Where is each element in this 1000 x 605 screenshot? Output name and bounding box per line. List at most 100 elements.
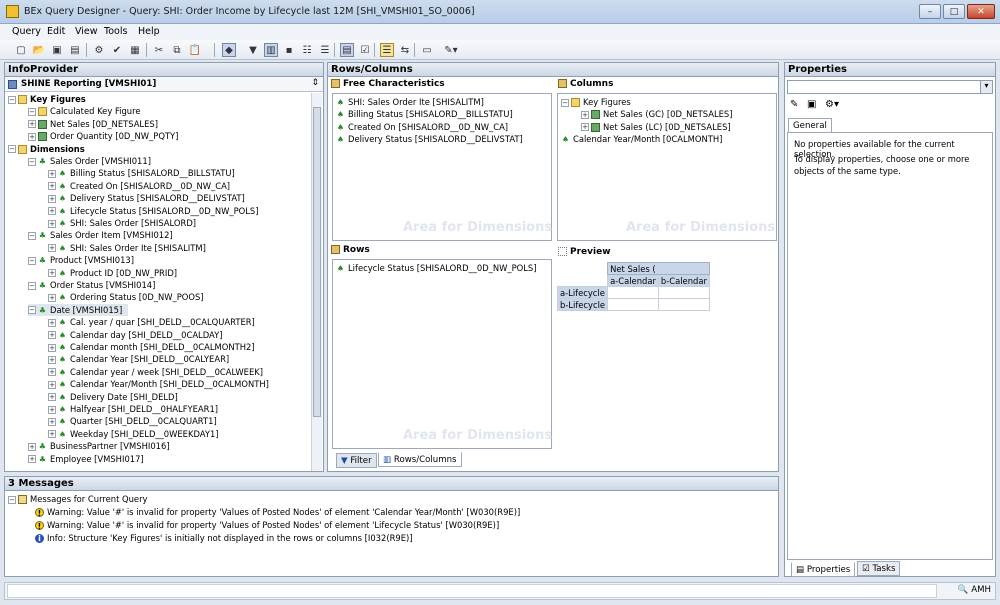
filter-icon[interactable]: ▼: [246, 43, 260, 57]
tree-item[interactable]: − Key Figures: [561, 96, 631, 108]
tree-item[interactable]: − ♣ Date [VMSHI015]: [28, 303, 129, 316]
tree-item[interactable]: + ♠ Cal. year / quar [SHI_DELD__0CALQUARTE…: [48, 316, 255, 328]
collapse-icon[interactable]: −: [28, 231, 36, 240]
rows-columns-icon[interactable]: ▥: [264, 43, 278, 57]
new-icon[interactable]: ▢: [14, 43, 28, 57]
open-icon[interactable]: 📂: [32, 43, 46, 57]
tab-tasks[interactable]: ☑ Tasks: [857, 561, 901, 576]
expand-icon[interactable]: +: [28, 132, 36, 141]
expand-icon[interactable]: +: [28, 442, 36, 451]
expand-icon[interactable]: +: [48, 244, 56, 253]
expand-icon[interactable]: +: [48, 182, 56, 191]
tree-item[interactable]: − ♣ Product [VMSHI013]: [28, 254, 134, 266]
tree-item[interactable]: + ♠ Quarter [SHI_DELD__0CALQUART1]: [48, 415, 217, 427]
collapse-icon[interactable]: −: [28, 281, 36, 290]
tree-item[interactable]: + Net Sales (GC) [0D_NETSALES]: [581, 108, 733, 120]
tree-item[interactable]: + ♠ Product ID [0D_NW_PRID]: [48, 267, 177, 279]
save-icon[interactable]: ▣: [50, 43, 64, 57]
save-icon[interactable]: ▣: [807, 99, 816, 110]
tree-item[interactable]: − Key Figures: [8, 93, 86, 105]
tab-general[interactable]: General: [788, 118, 832, 133]
tree-item[interactable]: − Calculated Key Figure: [28, 105, 141, 117]
tree-item[interactable]: ♠ Created On [SHISALORD__0D_NW_CA]: [336, 121, 508, 133]
expand-icon[interactable]: +: [48, 169, 56, 178]
collapse-icon[interactable]: −: [8, 95, 16, 104]
exceptions-icon[interactable]: ☰: [318, 43, 332, 57]
menu-view[interactable]: View: [75, 26, 98, 37]
expand-icon[interactable]: +: [48, 393, 56, 402]
execute-icon[interactable]: ⚙: [92, 43, 106, 57]
tree-item[interactable]: + Order Quantity [0D_NW_PQTY]: [28, 130, 178, 142]
tree-item[interactable]: + Net Sales [0D_NETSALES]: [28, 118, 158, 130]
expand-icon[interactable]: +: [28, 120, 36, 129]
copy-icon[interactable]: ⧉: [170, 43, 184, 57]
expand-icon[interactable]: +: [48, 355, 56, 364]
tree-item[interactable]: + ♣ Employee [VMSHI017]: [28, 453, 144, 465]
cells-icon[interactable]: ▪: [282, 43, 296, 57]
cut-icon[interactable]: ✂: [152, 43, 166, 57]
rows-area[interactable]: ♠ Lifecycle Status [SHISALORD__0D_NW_POLS…: [332, 259, 552, 449]
check-icon[interactable]: ✔: [110, 43, 124, 57]
messages-icon[interactable]: ☰: [380, 43, 394, 57]
tree-item[interactable]: ♠ SHI: Sales Order Ite [SHISALITM]: [336, 96, 484, 108]
tab-properties[interactable]: ▤ Properties: [791, 562, 856, 577]
display-options-icon[interactable]: ⚙▾: [825, 99, 839, 110]
expand-icon[interactable]: +: [48, 331, 56, 340]
expand-icon[interactable]: +: [48, 318, 56, 327]
menu-query[interactable]: Query: [12, 26, 41, 37]
technical-names-icon[interactable]: ✎▾: [440, 43, 462, 57]
tree-item[interactable]: − ♣ Order Status [VMSHI014]: [28, 279, 155, 291]
scrollbar-thumb[interactable]: [313, 107, 321, 417]
expand-icon[interactable]: +: [581, 123, 589, 132]
tree-item[interactable]: − ♣ Sales Order [VMSHI011]: [28, 155, 151, 167]
tree-item[interactable]: + ♠ SHI: Sales Order [SHISALORD]: [48, 217, 196, 229]
tree-item[interactable]: − ♣ Sales Order Item [VMSHI012]: [28, 229, 173, 241]
publish-icon[interactable]: ▦: [128, 43, 142, 57]
tree-item[interactable]: + ♣ BusinessPartner [VMSHI016]: [28, 440, 170, 452]
expand-icon[interactable]: +: [48, 380, 56, 389]
collapse-icon[interactable]: −: [28, 107, 36, 116]
expand-icon[interactable]: +: [48, 405, 56, 414]
properties-icon[interactable]: ▤: [340, 43, 354, 57]
menu-help[interactable]: Help: [138, 26, 160, 37]
tree-item[interactable]: + ♠ Delivery Status [SHISALORD__DELIVSTAT]: [48, 192, 245, 204]
columns-area[interactable]: − Key Figures + Net Sales (GC) [0D_NETSALES…: [557, 93, 777, 241]
tree-item[interactable]: + ♠ Halfyear [SHI_DELD__0HALFYEAR1]: [48, 403, 218, 415]
tree-item[interactable]: + ♠ SHI: Sales Order Ite [SHISALITM]: [48, 242, 206, 254]
tree-item[interactable]: + ♠ Calendar day [SHI_DELD__0CALDAY]: [48, 329, 223, 341]
tree-item[interactable]: ♠ Calendar Year/Month [0CALMONTH]: [561, 133, 722, 145]
message-item[interactable]: ! Warning: Value '#' is invalid for prope…: [35, 506, 520, 518]
collapse-icon[interactable]: −: [561, 98, 569, 107]
tab-filter[interactable]: ▼ Filter: [336, 453, 377, 468]
expand-icon[interactable]: +: [48, 417, 56, 426]
expand-icon[interactable]: +: [48, 219, 56, 228]
infoprovider-icon[interactable]: ◆: [222, 43, 236, 57]
tree-item[interactable]: + Net Sales (LC) [0D_NETSALES]: [581, 121, 731, 133]
infoprovider-selector[interactable]: SHINE Reporting [VMSHI01] ⇕: [5, 77, 323, 92]
tab-rows-columns[interactable]: ▥ Rows/Columns: [378, 452, 462, 467]
expand-icon[interactable]: +: [48, 207, 56, 216]
expand-icon[interactable]: +: [581, 110, 589, 119]
chevron-down-icon[interactable]: ▾: [980, 81, 992, 93]
tree-item[interactable]: + ♠ Ordering Status [0D_NW_POOS]: [48, 291, 204, 303]
message-item[interactable]: ! Warning: Value '#' is invalid for prope…: [35, 519, 499, 531]
close-button[interactable]: ✕: [967, 4, 995, 19]
save-all-icon[interactable]: ▤: [68, 43, 82, 57]
expand-icon[interactable]: +: [48, 343, 56, 352]
where-used-icon[interactable]: ⇆: [398, 43, 412, 57]
conditions-icon[interactable]: ☷: [300, 43, 314, 57]
documents-icon[interactable]: ▭: [420, 43, 434, 57]
tree-item[interactable]: + ♠ Created On [SHISALORD__0D_NW_CA]: [48, 180, 230, 192]
menu-edit[interactable]: Edit: [47, 26, 65, 37]
collapse-icon[interactable]: −: [8, 145, 16, 154]
tree-item[interactable]: + ♠ Weekday [SHI_DELD__0WEEKDAY1]: [48, 428, 219, 440]
maximize-button[interactable]: □: [943, 4, 965, 19]
tree-item[interactable]: + ♠ Delivery Date [SHI_DELD]: [48, 391, 178, 403]
tree-item[interactable]: ♠ Delivery Status [SHISALORD__DELIVSTAT]: [336, 133, 523, 145]
expand-icon[interactable]: +: [48, 194, 56, 203]
expand-icon[interactable]: +: [48, 269, 56, 278]
tree-item[interactable]: ♠ Billing Status [SHISALORD__BILLSTATU]: [336, 108, 513, 120]
minimize-button[interactable]: –: [919, 4, 941, 19]
menu-tools[interactable]: Tools: [104, 26, 127, 37]
message-item[interactable]: i Info: Structure 'Key Figures' is initia…: [35, 532, 413, 544]
